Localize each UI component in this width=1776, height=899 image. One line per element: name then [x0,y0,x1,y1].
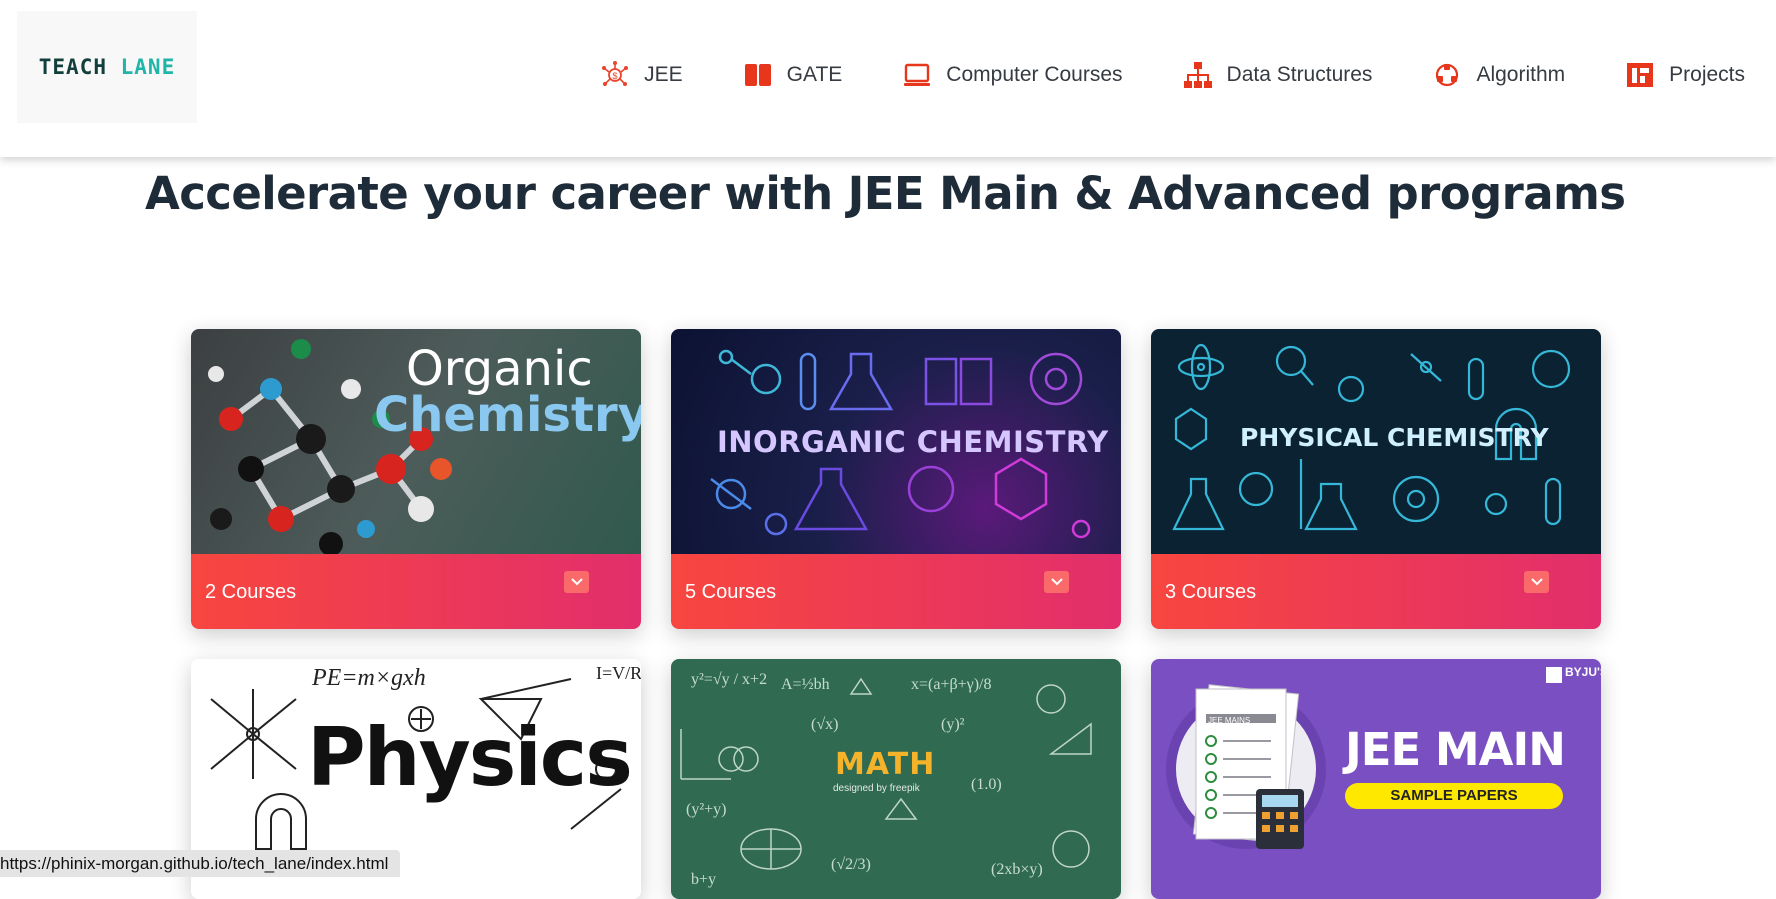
card-footer: 3 Courses [1151,554,1601,629]
course-count: 5 Courses [685,581,777,603]
credit-text: designed by freepik [833,783,920,794]
card-footer: 2 Courses [191,554,641,629]
svg-text:(1.0): (1.0) [971,776,1002,793]
course-count: 3 Courses [1165,581,1257,603]
card-image-jee-main: JEE MAINS BYJU'S JEE MAIN SAMPLE PAPERS [1151,659,1601,899]
formula-pe: PE=m×gxh [312,665,426,691]
status-bar-url: https://phinix-morgan.github.io/tech_lan… [0,850,401,877]
nav-item-jee[interactable]: $ JEE [600,60,683,90]
card-image-title: Physics [307,711,633,804]
nav-item-projects[interactable]: Projects [1625,60,1745,90]
svg-text:(√x): (√x) [811,716,838,733]
page-headline: Accelerate your career with JEE Main & A… [145,167,1626,220]
nav-item-computer-courses[interactable]: Computer Courses [902,60,1123,90]
card-image-math: y²=√y / x+2 A=½bh x=(a+β+γ)/8 (y²+y) (√x) (y… [671,659,1121,899]
svg-text:y²=√y / x+2: y²=√y / x+2 [691,671,767,688]
svg-text:x=(a+β+γ)/8: x=(a+β+γ)/8 [911,676,991,693]
course-card-physical-chemistry[interactable]: PHYSICAL CHEMISTRY 3 Courses [1151,329,1601,629]
nav-label-data-structures: Data Structures [1226,63,1373,86]
nav-label-projects: Projects [1669,63,1745,86]
card-image-inorganic-chemistry: INORGANIC CHEMISTRY [671,329,1121,554]
logo-word-lane: LANE [120,55,176,79]
card-image-physical-chemistry: PHYSICAL CHEMISTRY [1151,329,1601,554]
svg-text:A=½bh: A=½bh [781,676,830,693]
course-card-jee-main[interactable]: JEE MAINS BYJU'S JEE MAIN SAMPLE PAPERS [1151,659,1601,899]
sample-papers-illustration [1166,667,1562,849]
card-image-title: INORGANIC CHEMISTRY [717,425,1109,459]
card-image-title-line1: JEE MAIN [1345,723,1566,776]
nav-label-jee: JEE [644,63,683,86]
card-image-title-line2: Chemistry [374,387,641,443]
chevron-down-icon[interactable] [1044,571,1069,593]
nav-label-algorithm: Algorithm [1476,63,1566,86]
cubes-icon [1432,60,1462,90]
nav-label-gate: GATE [786,63,843,86]
layout-icon [1625,60,1655,90]
molecule-dollar-icon: $ [600,60,630,90]
card-image-title-line2: SAMPLE PAPERS [1345,783,1563,809]
hierarchy-icon [1183,60,1213,90]
main-nav: $ JEE GATE Computer Courses Data Structu… [600,60,1745,90]
course-card-math[interactable]: y²=√y / x+2 A=½bh x=(a+β+γ)/8 (y²+y) (√x) (y… [671,659,1121,899]
laptop-icon [902,60,932,90]
card-image-organic-chemistry: Organic Chemistry [191,329,641,554]
card-image-title: PHYSICAL CHEMISTRY [1240,423,1549,452]
chevron-down-icon[interactable] [1524,571,1549,593]
formula-ohm: I=V/R [596,663,641,683]
chevron-down-icon[interactable] [564,571,589,593]
paper-label: JEE MAINS [1208,716,1251,725]
nav-item-data-structures[interactable]: Data Structures [1183,60,1373,90]
logo-text: TEACH LANE [39,55,175,79]
course-count: 2 Courses [205,581,297,603]
svg-text:(√2/3): (√2/3) [831,856,871,873]
byjus-badge: BYJU'S [1565,665,1601,679]
logo[interactable]: TEACH LANE [17,11,197,123]
nav-item-algorithm[interactable]: Algorithm [1432,60,1565,90]
svg-text:$: $ [613,71,618,81]
top-navbar: TEACH LANE $ JEE GATE Computer Courses D… [0,0,1776,157]
svg-text:(y)²: (y)² [941,716,965,733]
card-footer: 5 Courses [671,554,1121,629]
svg-text:b+y: b+y [691,871,716,888]
nav-item-gate[interactable]: GATE [743,60,843,90]
card-image-title: MATH [835,747,936,782]
book-open-icon [743,60,773,90]
course-card-organic-chemistry[interactable]: Organic Chemistry 2 Courses [191,329,641,629]
svg-text:(2xb×y): (2xb×y) [991,861,1043,878]
svg-text:(y²+y): (y²+y) [686,801,726,818]
logo-word-teach: TEACH [38,55,107,79]
course-card-inorganic-chemistry[interactable]: INORGANIC CHEMISTRY 5 Courses [671,329,1121,629]
nav-label-computer-courses: Computer Courses [946,63,1123,86]
